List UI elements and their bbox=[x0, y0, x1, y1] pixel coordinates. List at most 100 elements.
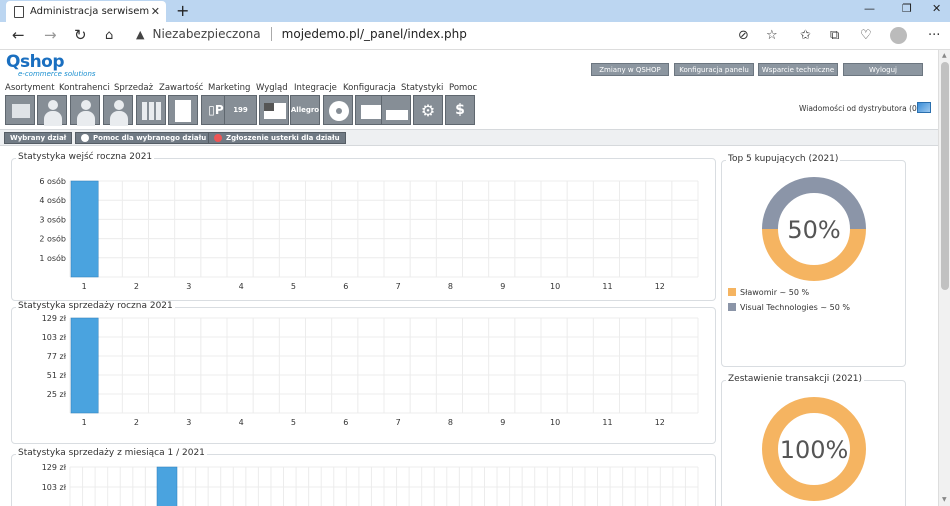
new-tab-icon[interactable]: + bbox=[176, 1, 189, 20]
scroll-down-icon[interactable]: ▼ bbox=[942, 496, 947, 503]
logo-subtitle: e-commerce solutions bbox=[18, 70, 96, 78]
message-icon[interactable] bbox=[917, 102, 931, 113]
donut-center-label: 50% bbox=[787, 216, 840, 244]
grid-icon[interactable] bbox=[136, 95, 166, 125]
minimize-icon[interactable]: — bbox=[864, 2, 875, 15]
help-icon bbox=[81, 134, 89, 142]
menu-kontrahenci[interactable]: Kontrahenci bbox=[59, 83, 110, 93]
client-icon[interactable] bbox=[37, 95, 67, 126]
x-tick-label: 7 bbox=[396, 418, 401, 427]
entries-chart: 6 osób4 osób3 osób2 osób1 osób1 2 3 4 5 6 7 8 9 1… bbox=[39, 176, 699, 291]
legend-item: Visual Technologies ~ 50 % bbox=[728, 303, 850, 312]
feedback-icon[interactable]: ♡ bbox=[860, 28, 872, 43]
favorite-star-icon[interactable]: ☆ bbox=[766, 28, 778, 43]
page-icon bbox=[14, 6, 24, 18]
panel-title: Zestawienie transakcji (2021) bbox=[726, 374, 865, 384]
price-icon[interactable]: $ bbox=[445, 95, 475, 125]
allegro-icon[interactable]: Allegro bbox=[290, 95, 320, 125]
reload-icon[interactable]: ↻ bbox=[74, 26, 87, 44]
menu-pomoc[interactable]: Pomoc bbox=[449, 83, 477, 93]
x-tick-label: 8 bbox=[448, 418, 453, 427]
home-icon[interactable]: ⌂ bbox=[105, 28, 113, 43]
bar bbox=[70, 317, 99, 414]
dashboard: Statystyka wejść roczna 2021 6 osób 4 osó… bbox=[0, 147, 938, 506]
x-tick-label: 4 bbox=[239, 282, 244, 291]
x-tick-label: 2 bbox=[134, 418, 139, 427]
x-tick-label: 12 bbox=[655, 418, 665, 427]
x-tick-label: 9 bbox=[500, 418, 505, 427]
x-tick-label: 11 bbox=[602, 418, 612, 427]
monthly-chart: 129 zł 103 zł bbox=[42, 463, 699, 506]
scroll-up-icon[interactable]: ▲ bbox=[942, 52, 947, 59]
logo[interactable]: Qshop bbox=[6, 52, 65, 72]
x-tick-label: 10 bbox=[550, 282, 560, 291]
url-field[interactable]: ▲ Niezabezpieczona mojedemo.pl/_panel/in… bbox=[136, 27, 467, 41]
page-scrollbar[interactable]: ▲ ▼ bbox=[938, 50, 950, 506]
x-tick-label: 2 bbox=[134, 282, 139, 291]
browser-tab[interactable]: Administracja serwisem ✕ bbox=[6, 1, 166, 22]
y-tick-label: 129 zł bbox=[42, 463, 67, 472]
insecure-label: Niezabezpieczona bbox=[152, 27, 261, 41]
y-tick-label: 103 zł bbox=[42, 483, 67, 492]
tracking-icon[interactable]: ⊘ bbox=[738, 28, 749, 43]
x-tick-label: 8 bbox=[448, 282, 453, 291]
y-tick-label: 25 zł bbox=[47, 390, 67, 399]
collections-icon[interactable]: ⧉ bbox=[830, 28, 839, 43]
more-icon[interactable]: ··· bbox=[928, 28, 940, 43]
x-tick-label: 1 bbox=[82, 282, 87, 291]
menu-statystyki[interactable]: Statystyki bbox=[401, 83, 443, 93]
y-tick-label: 129 zł bbox=[42, 314, 67, 323]
y-tick-label: 6 osób bbox=[39, 176, 66, 186]
legend-swatch bbox=[728, 288, 736, 296]
cd-icon[interactable] bbox=[323, 95, 353, 125]
selected-section-button[interactable]: Wybrany dział bbox=[4, 132, 73, 144]
favorites-icon[interactable]: ✩ bbox=[800, 28, 811, 43]
menu-wyglad[interactable]: Wygląd bbox=[256, 83, 288, 93]
sales-chart-panel: Statystyka sprzedaży roczna 2021 129 zł 1… bbox=[11, 301, 716, 444]
panel-config-button[interactable]: Konfiguracja panelu bbox=[674, 63, 754, 76]
section-help-button[interactable]: Pomoc dla wybranego działu bbox=[75, 132, 213, 144]
close-window-icon[interactable]: ✕ bbox=[932, 2, 941, 15]
monthly-chart-panel: Statystyka sprzedaży z miesiąca 1 / 2021… bbox=[11, 448, 716, 506]
y-tick-label: 4 osób bbox=[39, 195, 66, 205]
donut-center-label: 100% bbox=[780, 436, 849, 464]
sales-chart: 129 zł103 zł77 zł51 zł25 zł1 2 3 4 5 6 7 8 9 10 11… bbox=[42, 314, 699, 427]
menu-sprzedaz[interactable]: Sprzedaż bbox=[114, 83, 153, 93]
scroll-thumb[interactable] bbox=[941, 62, 949, 290]
menu-asortyment[interactable]: Asortyment bbox=[5, 83, 55, 93]
menu-zawartosc[interactable]: Zawartość bbox=[159, 83, 203, 93]
gear-icon[interactable]: ⚙ bbox=[413, 95, 443, 125]
menu-integracje[interactable]: Integracje bbox=[294, 83, 337, 93]
distributor-messages[interactable]: Wiadomości od dystrybutora (0) bbox=[799, 104, 920, 113]
user-icon[interactable] bbox=[103, 95, 133, 126]
x-tick-label: 6 bbox=[343, 418, 348, 427]
top5-donut: 50% bbox=[762, 177, 866, 281]
bug-icon bbox=[214, 134, 222, 142]
changes-button[interactable]: Zmiany w QSHOP bbox=[591, 63, 669, 76]
bar bbox=[156, 466, 178, 506]
menu-marketing[interactable]: Marketing bbox=[208, 83, 250, 93]
x-tick-label: 12 bbox=[655, 282, 665, 291]
report-bug-button[interactable]: Zgłoszenie usterki dla działu bbox=[208, 132, 346, 144]
y-tick-label: 103 zł bbox=[42, 333, 67, 342]
client2-icon[interactable] bbox=[70, 95, 100, 126]
box-icon[interactable] bbox=[5, 95, 35, 125]
window-icon[interactable] bbox=[259, 95, 289, 125]
menu-konfiguracja[interactable]: Konfiguracja bbox=[343, 83, 396, 93]
chart-icon[interactable] bbox=[381, 95, 411, 125]
docs-icon[interactable] bbox=[168, 95, 198, 125]
logout-button[interactable]: Wyloguj bbox=[843, 63, 923, 76]
close-tab-icon[interactable]: ✕ bbox=[151, 5, 160, 18]
support-button[interactable]: Wsparcie techniczne bbox=[758, 63, 838, 76]
url-text: mojedemo.pl/_panel/index.php bbox=[281, 27, 467, 41]
forward-icon[interactable]: → bbox=[44, 26, 57, 44]
panel-title: Top 5 kupujących (2021) bbox=[726, 154, 841, 164]
counter-icon[interactable]: 199 bbox=[224, 95, 257, 125]
legend-item: Sławomir ~ 50 % bbox=[728, 288, 809, 297]
y-tick-label: 51 zł bbox=[47, 371, 67, 380]
x-tick-label: 9 bbox=[500, 282, 505, 291]
profile-avatar[interactable] bbox=[890, 27, 907, 44]
restore-icon[interactable]: ❐ bbox=[902, 2, 912, 15]
back-icon[interactable]: ← bbox=[12, 26, 25, 44]
address-bar: ← → ↻ ⌂ ▲ Niezabezpieczona mojedemo.pl/_… bbox=[0, 22, 950, 50]
